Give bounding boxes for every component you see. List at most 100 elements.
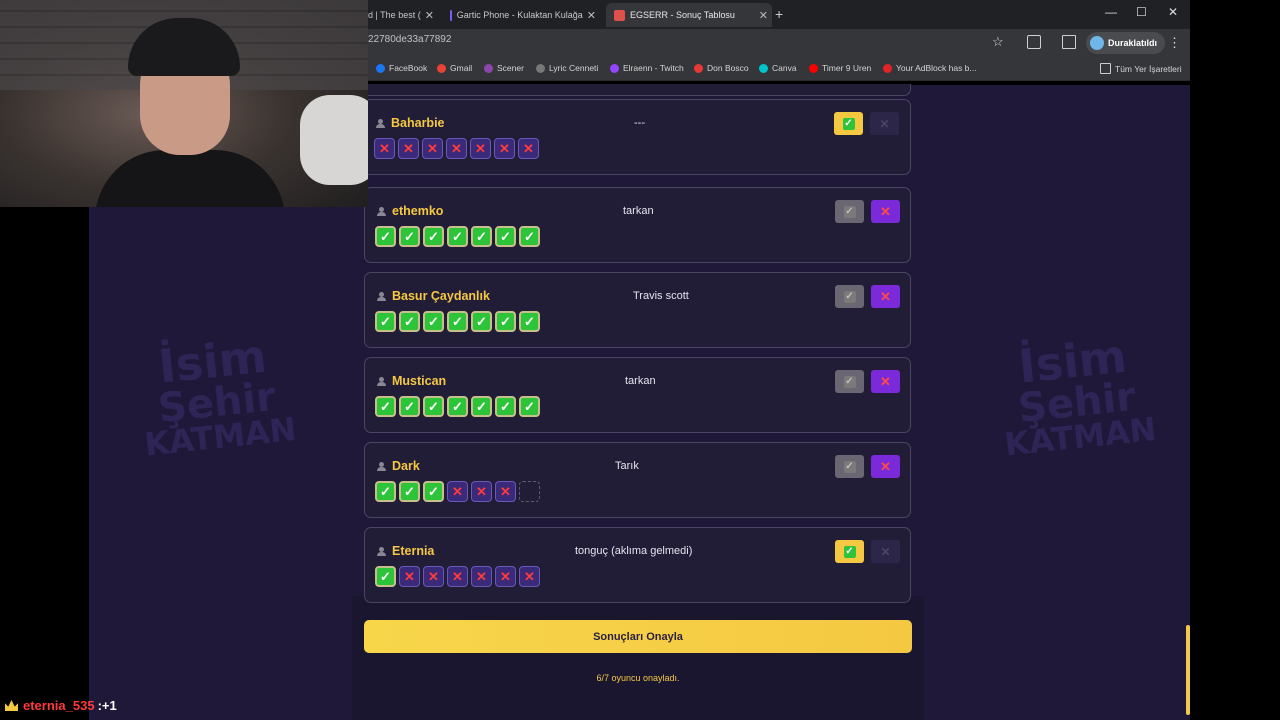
close-tab-icon[interactable]: ✕: [755, 9, 772, 22]
scener-icon: [484, 63, 493, 73]
vote-cross-icon: [495, 566, 516, 587]
player-name: Eternia: [377, 544, 434, 558]
player-name: Dark: [377, 459, 420, 473]
vote-check-icon: [519, 396, 540, 417]
bookmark-label: Timer 9 Uren: [822, 63, 872, 73]
vote-check-icon: [471, 311, 492, 332]
confirm-results-button[interactable]: Sonuçları Onayla: [364, 620, 912, 653]
browser-tab[interactable]: d | The best ( ✕: [368, 3, 436, 27]
gmail-icon: [437, 63, 446, 73]
player-name-label: Eternia: [392, 544, 435, 558]
vote-check-icon: [423, 481, 444, 502]
user-icon: [377, 376, 386, 386]
player-name: Basur Çaydanlık: [377, 289, 490, 303]
vote-cross-icon: [519, 566, 540, 587]
bookmark-item[interactable]: Don Bosco: [694, 63, 749, 73]
bookmark-item[interactable]: Elraenn - Twitch: [610, 63, 684, 73]
extensions-icon[interactable]: [1027, 35, 1041, 49]
vote-check-icon: [447, 226, 468, 247]
vote-check-icon: [375, 396, 396, 417]
player-card: ethemko tarkan: [364, 187, 911, 263]
reject-button[interactable]: [871, 540, 900, 563]
vote-row: [375, 566, 540, 587]
player-card: Baharbie ---: [368, 99, 911, 175]
player-answer: ---: [634, 117, 645, 129]
accept-button[interactable]: [835, 455, 864, 478]
menu-icon[interactable]: ⋮: [1168, 35, 1181, 51]
bookmark-label: Your AdBlock has b...: [896, 63, 977, 73]
canva-icon: [759, 63, 768, 73]
player-name-label: Basur Çaydanlık: [392, 289, 490, 303]
vote-row: [375, 481, 540, 502]
results-panel-bottom: [352, 596, 924, 720]
lyric-icon: [536, 63, 545, 73]
accept-button[interactable]: [835, 370, 864, 393]
address-bar[interactable]: 22780de33a77892: [368, 34, 451, 45]
reject-button[interactable]: [871, 200, 900, 223]
close-window-icon[interactable]: ✕: [1168, 5, 1178, 19]
vote-check-icon: [495, 226, 516, 247]
browser-tab-active[interactable]: EGSERR - Sonuç Tablosu ✕: [606, 3, 772, 27]
media-icon[interactable]: [1062, 35, 1076, 49]
player-name: ethemko: [377, 204, 443, 218]
donbosco-icon: [694, 63, 703, 73]
vote-check-icon: [399, 396, 420, 417]
bookmark-item[interactable]: Lyric Cenneti: [536, 63, 598, 73]
vote-cross-icon: [471, 566, 492, 587]
bookmark-label: Lyric Cenneti: [549, 63, 599, 73]
vote-check-icon: [471, 396, 492, 417]
bookmark-item[interactable]: Scener: [484, 63, 524, 73]
bookmark-star-icon[interactable]: ☆: [992, 34, 1004, 50]
chat-username: eternia_535: [23, 698, 95, 713]
minimize-icon[interactable]: —: [1105, 5, 1117, 19]
browser-tab[interactable]: Gartic Phone - Kulaktan Kulağa ✕: [450, 3, 600, 27]
user-icon: [376, 118, 385, 128]
user-icon: [377, 546, 386, 556]
vote-check-icon: [399, 311, 420, 332]
vote-check-icon: [375, 311, 396, 332]
browser-toolbar: 22780de33a77892 ☆ Duraklatıldı ⋮: [368, 29, 1190, 58]
vote-row: [375, 226, 540, 247]
reject-button[interactable]: [871, 285, 900, 308]
accept-button[interactable]: [835, 540, 864, 563]
close-tab-icon[interactable]: ✕: [421, 9, 438, 22]
scrollbar-thumb[interactable]: [1186, 625, 1190, 715]
bookmark-item[interactable]: FaceBook: [376, 63, 427, 73]
folder-icon: [1100, 63, 1111, 74]
user-icon: [377, 291, 386, 301]
player-name-label: Baharbie: [391, 116, 445, 130]
crown-icon: [5, 700, 18, 711]
bookmark-item[interactable]: Your AdBlock has b...: [883, 63, 977, 73]
all-bookmarks[interactable]: Tüm Yer İşaretleri: [1100, 63, 1182, 74]
bookmark-item[interactable]: Canva: [759, 63, 797, 73]
bookmark-item[interactable]: Timer 9 Uren: [809, 63, 871, 73]
reject-button[interactable]: [871, 455, 900, 478]
new-tab-icon[interactable]: +: [775, 6, 783, 22]
player-card: Mustican tarkan: [364, 357, 911, 433]
chat-message: eternia_535 :+1: [5, 698, 117, 713]
reject-button[interactable]: [870, 112, 899, 135]
confirm-status-text: 6/7 oyuncu onayladı.: [596, 673, 680, 683]
youtube-icon: [809, 63, 818, 73]
accept-button[interactable]: [835, 285, 864, 308]
bookmark-item[interactable]: Gmail: [437, 63, 472, 73]
reject-button[interactable]: [871, 370, 900, 393]
user-icon: [377, 461, 386, 471]
vote-row: [374, 138, 539, 159]
player-name: Baharbie: [376, 116, 445, 130]
vote-check-icon: [495, 396, 516, 417]
accept-button[interactable]: [834, 112, 863, 135]
accept-button[interactable]: [835, 200, 864, 223]
bookmark-label: FaceBook: [389, 63, 428, 73]
maximize-icon[interactable]: ☐: [1136, 5, 1147, 19]
vote-check-icon: [447, 396, 468, 417]
twitch-icon: [610, 63, 619, 73]
vote-cross-icon: [494, 138, 515, 159]
vote-cross-icon: [398, 138, 419, 159]
profile-button[interactable]: Duraklatıldı: [1086, 32, 1166, 54]
close-tab-icon[interactable]: ✕: [583, 9, 600, 22]
player-answer: tarkan: [623, 205, 654, 217]
vote-check-icon: [375, 226, 396, 247]
webcam-overlay: [0, 0, 368, 207]
tab-strip: d | The best ( ✕ Gartic Phone - Kulaktan…: [368, 0, 1190, 29]
